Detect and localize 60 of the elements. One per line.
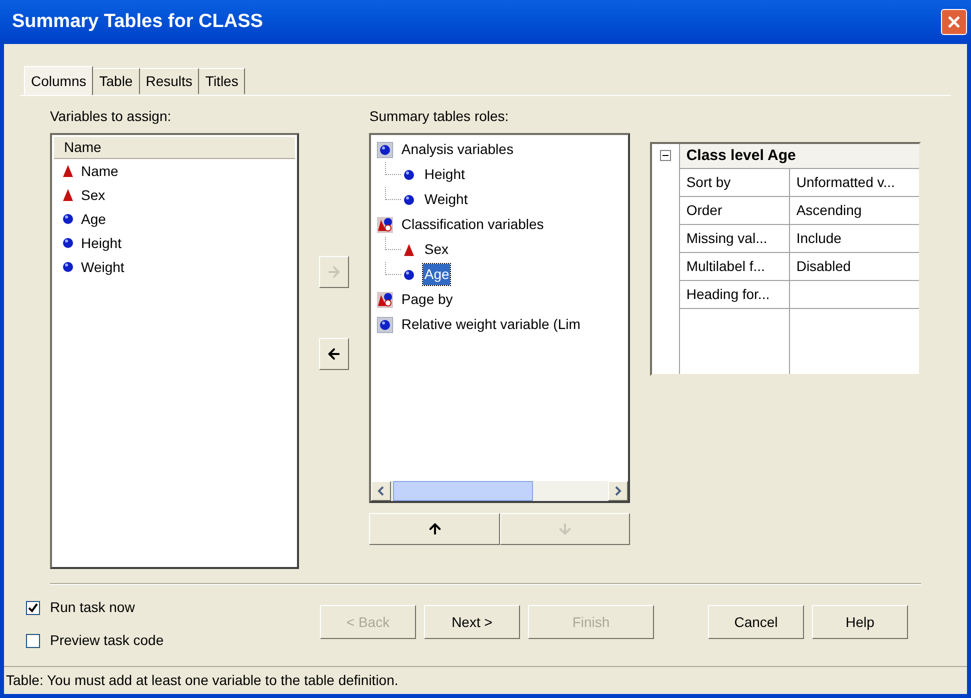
- property-name: Missing val...: [680, 225, 790, 252]
- tab[interactable]: Results: [140, 68, 200, 94]
- tab[interactable]: Columns: [24, 66, 94, 96]
- tab[interactable]: Titles: [199, 68, 246, 94]
- property-value: Disabled: [795, 257, 852, 276]
- variable-item[interactable]: Sex: [81, 184, 106, 206]
- scroll-left-icon: [377, 486, 386, 496]
- check-icon: [28, 602, 38, 612]
- ball-icon: [403, 268, 416, 280]
- triangle-icon: [62, 188, 74, 202]
- ball-icon: [62, 213, 74, 225]
- list-label: Variables to assign:: [50, 107, 172, 126]
- role-variable[interactable]: Sex: [423, 239, 450, 260]
- property-name: Order: [680, 197, 790, 224]
- checkbox-label: Preview task code: [50, 631, 164, 650]
- dialog-button[interactable]: Next >: [424, 605, 520, 639]
- window-title: Summary Tables for CLASS: [12, 10, 263, 34]
- ball-icon: [377, 142, 394, 158]
- role-group[interactable]: Classification variables: [401, 214, 544, 235]
- role-variable[interactable]: Age: [423, 264, 450, 285]
- checkbox-label: Run task now: [50, 598, 135, 617]
- triangle-icon: [62, 164, 74, 178]
- ball-icon: [377, 316, 394, 332]
- property-name: Multilabel f...: [680, 253, 790, 280]
- role-group[interactable]: Analysis variables: [401, 139, 514, 160]
- role-variable[interactable]: Weight: [423, 189, 469, 210]
- close-button[interactable]: [941, 9, 967, 35]
- collapse-icon[interactable]: [660, 150, 672, 161]
- variable-item[interactable]: Age: [81, 208, 106, 230]
- ball-icon: [62, 237, 74, 249]
- variable-item[interactable]: Height: [81, 232, 122, 254]
- property-name: Heading for...: [680, 281, 790, 308]
- property-category: Class level Age: [680, 144, 919, 169]
- ball-icon: [403, 194, 416, 206]
- list-label: Summary tables roles:: [369, 107, 510, 126]
- tab[interactable]: Table: [93, 68, 140, 94]
- column-header[interactable]: Name: [54, 137, 296, 159]
- role-group[interactable]: Relative weight variable (Lim: [401, 314, 580, 335]
- checkbox[interactable]: [26, 634, 40, 648]
- class-role-icon: [377, 216, 394, 232]
- property-name: Sort by: [680, 169, 790, 196]
- property-value: Include: [795, 229, 842, 248]
- variable-item[interactable]: Weight: [81, 256, 124, 278]
- close-icon: [947, 15, 961, 29]
- order-button[interactable]: [369, 513, 500, 545]
- move-button[interactable]: [319, 338, 350, 370]
- role-variable[interactable]: Height: [423, 164, 466, 185]
- checkbox[interactable]: [26, 600, 40, 614]
- property-value: Unformatted v...: [795, 173, 896, 192]
- property-value: Ascending: [795, 201, 863, 220]
- variable-item[interactable]: Name: [81, 160, 118, 182]
- ball-icon: [403, 168, 416, 180]
- ball-icon: [62, 261, 74, 273]
- horizontal-scrollbar[interactable]: [371, 481, 628, 501]
- dialog-button[interactable]: Cancel: [708, 605, 804, 639]
- dialog-button[interactable]: Help: [812, 605, 908, 639]
- scroll-right-icon: [614, 486, 622, 496]
- triangle-icon: [403, 242, 416, 256]
- class-role-icon: [377, 292, 394, 308]
- role-group[interactable]: Page by: [401, 289, 453, 310]
